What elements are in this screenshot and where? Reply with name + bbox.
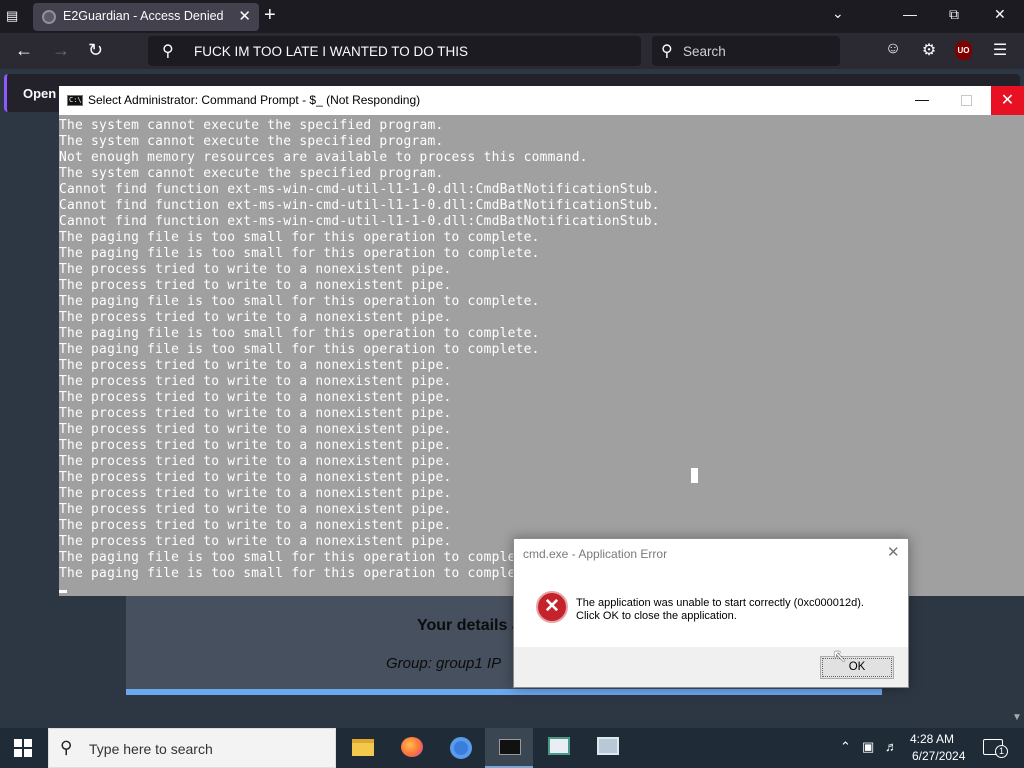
cmd-output-line: The process tried to write to a nonexist…	[59, 278, 452, 293]
cmd-output-line: The process tried to write to a nonexist…	[59, 374, 452, 389]
ublock-icon[interactable]: UO	[955, 41, 972, 60]
account-icon[interactable]: ☺	[883, 40, 903, 60]
details-title: Your details a	[417, 617, 521, 634]
dialog-message-line2: Click OK to close the application.	[576, 610, 737, 622]
clock-date[interactable]: 6/27/2024	[912, 749, 965, 763]
back-icon[interactable]: ←	[15, 40, 33, 61]
cmd-output-line: The paging file is too small for this op…	[59, 230, 540, 245]
dialog-message-line1: The application was unable to start corr…	[576, 597, 864, 609]
cmd-output-line: The process tried to write to a nonexist…	[59, 438, 452, 453]
search-icon: ⚲	[661, 43, 673, 60]
maximize-icon	[961, 95, 972, 106]
cmd-output[interactable]: The system cannot execute the specified …	[59, 115, 1019, 596]
cmd-output-line: The paging file is too small for this op…	[59, 326, 540, 341]
notification-count-badge: 1	[995, 745, 1008, 758]
system-app-icon[interactable]	[583, 728, 631, 768]
application-error-dialog[interactable]: cmd.exe - Application Error ✕ ✕ The appl…	[513, 538, 909, 688]
browser-nav-bar: ← → ↻ ⚲ FUCK IM TOO LATE I WANTED TO DO …	[0, 33, 1024, 69]
chrome-icon[interactable]	[436, 728, 484, 768]
minimize-icon[interactable]: —	[915, 91, 929, 107]
clock-time[interactable]: 4:28 AM	[910, 732, 954, 746]
cmd-output-line: The paging file is too small for this op…	[59, 246, 540, 261]
close-icon[interactable]: ✕	[887, 543, 900, 561]
tab-list-icon[interactable]: ▤	[6, 8, 24, 24]
menu-icon[interactable]: ☰	[990, 40, 1010, 60]
cmd-output-line: The process tried to write to a nonexist…	[59, 390, 452, 405]
cmd-output-line: The process tried to write to a nonexist…	[59, 310, 452, 325]
extensions-icon[interactable]: ⚙	[919, 40, 939, 60]
new-tab-icon[interactable]: +	[264, 4, 276, 27]
cmd-title: Select Administrator: Command Prompt - $…	[88, 93, 421, 107]
search-input[interactable]: ⚲ Search	[652, 36, 840, 66]
search-icon: ⚲	[162, 43, 174, 60]
browser-tab-bar: ▤ E2Guardian - Access Denied ✕ + ⌄ — ⧉ ✕	[0, 0, 1024, 33]
cmd-output-line: The process tried to write to a nonexist…	[59, 502, 452, 517]
search-icon: ⚲	[60, 738, 73, 757]
dialog-content: cmd.exe - Application Error ✕ ✕ The appl…	[514, 539, 908, 647]
cmd-block-cursor	[691, 468, 698, 483]
cmd-output-lines: The system cannot execute the specified …	[59, 118, 660, 582]
cmd-output-line: The system cannot execute the specified …	[59, 118, 444, 133]
restore-icon[interactable]: ⧉	[949, 6, 959, 23]
file-explorer-icon[interactable]	[338, 728, 386, 768]
command-prompt-window[interactable]: C:\ Select Administrator: Command Prompt…	[59, 86, 1024, 596]
cmd-output-line: Cannot find function ext-ms-win-cmd-util…	[59, 182, 660, 197]
forward-icon: →	[52, 40, 70, 60]
minimize-icon[interactable]: —	[903, 6, 917, 22]
cmd-output-line: The process tried to write to a nonexist…	[59, 454, 452, 469]
cmd-output-line: The process tried to write to a nonexist…	[59, 486, 452, 501]
command-prompt-taskbar-icon[interactable]	[485, 728, 533, 768]
taskbar-search-placeholder: Type here to search	[89, 741, 213, 757]
cmd-output-line: Cannot find function ext-ms-win-cmd-util…	[59, 198, 660, 213]
firefox-icon[interactable]	[387, 728, 435, 768]
network-icon[interactable]: ▣	[862, 739, 874, 755]
cmd-output-line: The process tried to write to a nonexist…	[59, 470, 452, 485]
cmd-icon: C:\	[67, 95, 83, 106]
taskbar: ⚲ Type here to search ⌃ ▣ ♬ 4:28 AM 6/27…	[0, 728, 1024, 768]
cmd-output-line: The process tried to write to a nonexist…	[59, 406, 452, 421]
search-placeholder: Search	[683, 44, 726, 59]
cmd-output-line: Cannot find function ext-ms-win-cmd-util…	[59, 214, 660, 229]
chevron-down-icon[interactable]: ⌄	[832, 5, 844, 22]
volume-muted-icon[interactable]: ♬	[885, 739, 898, 754]
mouse-pointer-icon: ↖	[832, 646, 848, 666]
url-text[interactable]: FUCK IM TOO LATE I WANTED TO DO THIS	[194, 44, 468, 59]
windows-start-icon[interactable]	[14, 739, 32, 757]
cmd-output-line: The process tried to write to a nonexist…	[59, 518, 452, 533]
browser-tab[interactable]: E2Guardian - Access Denied ✕	[33, 3, 259, 31]
cmd-output-line: The paging file is too small for this op…	[59, 294, 540, 309]
cmd-output-line: The system cannot execute the specified …	[59, 166, 444, 181]
scroll-down-icon[interactable]: ▼	[1012, 712, 1022, 723]
taskbar-search-input[interactable]: ⚲ Type here to search	[48, 728, 336, 768]
url-bar[interactable]: ⚲ FUCK IM TOO LATE I WANTED TO DO THIS	[148, 36, 641, 66]
tab-title: E2Guardian - Access Denied	[63, 9, 224, 23]
close-icon[interactable]: ✕	[991, 86, 1024, 115]
tab-favicon-icon	[42, 10, 56, 24]
cmd-output-line: The process tried to write to a nonexist…	[59, 358, 452, 373]
reload-icon[interactable]: ↻	[88, 40, 103, 61]
cmd-caret	[59, 590, 67, 593]
cmd-title-bar[interactable]: C:\ Select Administrator: Command Prompt…	[59, 86, 1024, 115]
cmd-output-line: The process tried to write to a nonexist…	[59, 262, 452, 277]
dialog-title: cmd.exe - Application Error	[523, 547, 668, 561]
cmd-output-line: Not enough memory resources are availabl…	[59, 150, 588, 165]
app-window-icon[interactable]	[534, 728, 582, 768]
cmd-output-line: The paging file is too small for this op…	[59, 342, 540, 357]
tab-close-icon[interactable]: ✕	[238, 7, 251, 25]
chevron-up-icon[interactable]: ⌃	[840, 739, 851, 755]
cmd-output-line: The process tried to write to a nonexist…	[59, 422, 452, 437]
error-icon: ✕	[536, 591, 568, 623]
close-icon[interactable]: ✕	[994, 6, 1006, 23]
details-group: Group: group1 IP	[386, 655, 502, 672]
cmd-output-line: The system cannot execute the specified …	[59, 134, 444, 149]
